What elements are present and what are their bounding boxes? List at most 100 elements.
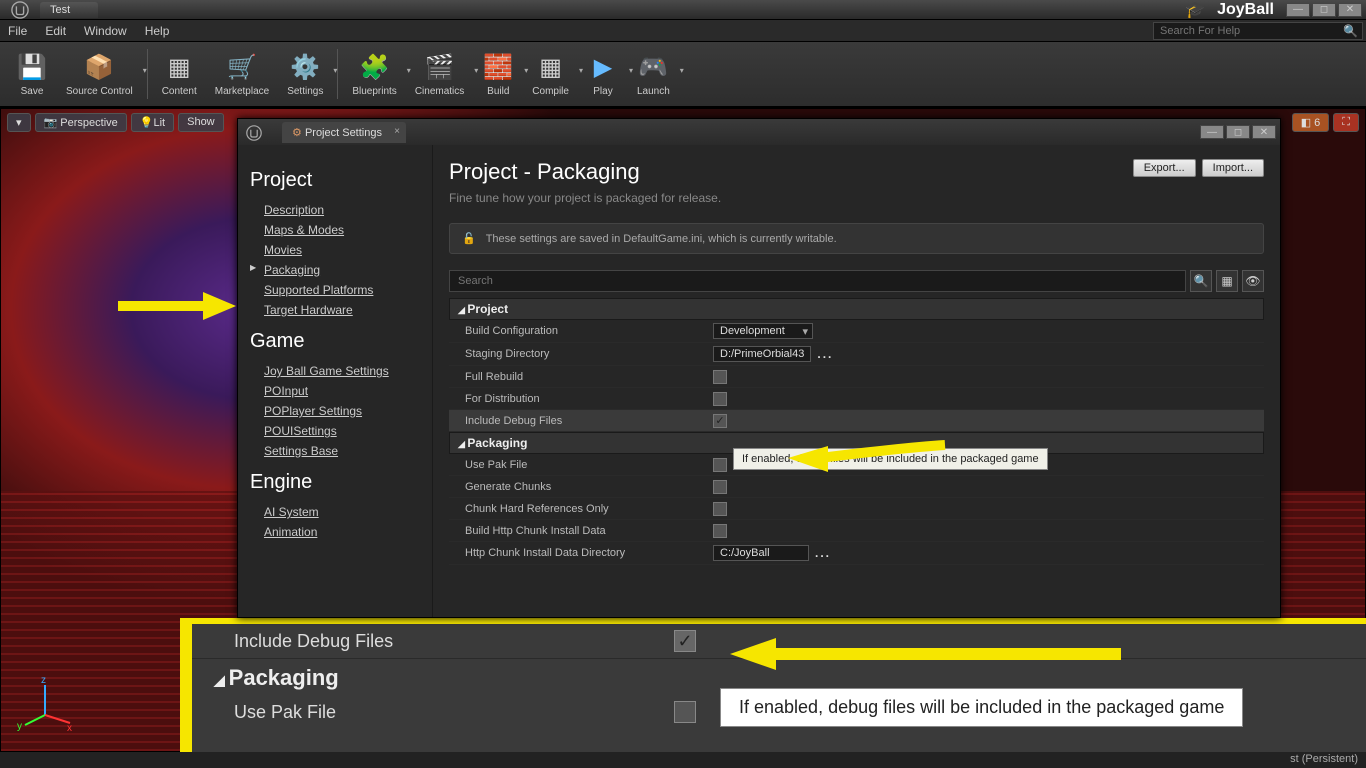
eye-button[interactable]: 👁: [1242, 270, 1264, 292]
sidebar-item-packaging[interactable]: Packaging: [250, 260, 420, 280]
dropdown-arrow-icon[interactable]: ▾: [143, 66, 147, 75]
section-project[interactable]: Project: [449, 298, 1264, 320]
svg-text:z: z: [41, 675, 46, 686]
marketplace-button[interactable]: 🛒Marketplace: [207, 48, 277, 101]
include-debug-tooltip: If enabled, debug files will be included…: [733, 448, 1048, 470]
sidebar-item-target-hardware[interactable]: Target Hardware: [250, 300, 420, 320]
grid-view-button[interactable]: ▦: [1216, 270, 1238, 292]
title-bar: Test 🎓 JoyBall — ◻ ✕: [0, 0, 1366, 20]
cinematics-button[interactable]: 🎬Cinematics▾: [407, 48, 472, 101]
dialog-titlebar[interactable]: ⚙ Project Settings × — ◻ ✕: [238, 119, 1280, 145]
menu-bar: File Edit Window Help 🔍: [0, 20, 1366, 42]
sidebar-item-poplayer[interactable]: POPlayer Settings: [250, 401, 420, 421]
minimize-button[interactable]: —: [1286, 3, 1310, 17]
search-icon[interactable]: 🔍: [1190, 270, 1212, 292]
sidebar-item-poinput[interactable]: POInput: [250, 381, 420, 401]
dialog-minimize-button[interactable]: —: [1200, 125, 1224, 139]
settings-sidebar: Project Description Maps & Modes Movies …: [238, 145, 433, 617]
ue-logo-icon: [246, 125, 262, 144]
viewport-menu-button[interactable]: ▾: [7, 113, 31, 132]
maximize-button[interactable]: ◻: [1312, 3, 1336, 17]
tab-close-button[interactable]: ×: [394, 126, 400, 137]
chunk-hard-checkbox[interactable]: [713, 502, 727, 516]
zoom-use-pak-checkbox: [674, 701, 696, 723]
lit-button[interactable]: 💡Lit: [131, 113, 174, 132]
search-icon[interactable]: 🔍: [1343, 24, 1358, 38]
blueprints-button[interactable]: 🧩Blueprints▾: [344, 48, 404, 101]
prop-build-http-chunk: Build Http Chunk Install Data: [449, 520, 1264, 542]
save-button[interactable]: 💾Save: [8, 48, 56, 101]
include-debug-checkbox[interactable]: ✓: [713, 414, 727, 428]
sidebar-item-maps-modes[interactable]: Maps & Modes: [250, 220, 420, 240]
menu-help[interactable]: Help: [145, 24, 170, 38]
dialog-tab[interactable]: ⚙ Project Settings ×: [282, 122, 406, 143]
status-bar: st (Persistent): [0, 752, 1366, 768]
build-http-checkbox[interactable]: [713, 524, 727, 538]
source-control-icon: 📦: [83, 52, 115, 84]
import-button[interactable]: Import...: [1202, 159, 1264, 177]
viewport-toolbar: ▾ 📷 Perspective 💡Lit Show: [7, 113, 224, 132]
export-button[interactable]: Export...: [1133, 159, 1196, 177]
sidebar-item-animation[interactable]: Animation: [250, 522, 420, 542]
svg-text:x: x: [67, 723, 72, 734]
settings-search-input[interactable]: [449, 270, 1186, 292]
camera-icon: 📷: [44, 117, 58, 129]
menu-edit[interactable]: Edit: [45, 24, 66, 38]
prop-build-config: Build Configuration Development: [449, 320, 1264, 343]
zoom-include-debug-label: Include Debug Files: [234, 631, 674, 652]
academic-hat-icon[interactable]: 🎓: [1185, 0, 1205, 20]
launch-button[interactable]: 🎮Launch▾: [629, 48, 678, 101]
viewport-maximize-button[interactable]: ⛶: [1333, 113, 1359, 132]
compile-button[interactable]: ▦Compile▾: [524, 48, 577, 101]
play-button[interactable]: ▶Play▾: [579, 48, 627, 101]
window-controls: — ◻ ✕: [1286, 3, 1362, 17]
sidebar-section-engine: Engine: [250, 471, 420, 494]
toolbar-separator: [337, 49, 338, 99]
main-toolbar: 💾Save 📦Source Control▾ ▦Content 🛒Marketp…: [0, 42, 1366, 108]
generate-chunks-checkbox[interactable]: [713, 480, 727, 494]
prop-for-distribution: For Distribution: [449, 388, 1264, 410]
clapboard-icon: 🎬: [424, 52, 456, 84]
axis-gizmo-icon: z y x: [15, 675, 75, 735]
sidebar-item-movies[interactable]: Movies: [250, 240, 420, 260]
content-subtitle: Fine tune how your project is packaged f…: [449, 191, 1264, 205]
content-button[interactable]: ▦Content: [154, 48, 205, 101]
dialog-close-button[interactable]: ✕: [1252, 125, 1276, 139]
menu-file[interactable]: File: [8, 24, 27, 38]
main-tab[interactable]: Test: [40, 2, 98, 18]
zoom-tooltip: If enabled, debug files will be included…: [720, 688, 1243, 727]
sidebar-item-settings-base[interactable]: Settings Base: [250, 441, 420, 461]
launch-icon: 🎮: [637, 52, 669, 84]
dropdown-arrow-icon[interactable]: ▾: [333, 66, 337, 75]
sidebar-item-joyball-settings[interactable]: Joy Ball Game Settings: [250, 361, 420, 381]
search-help-input[interactable]: [1153, 22, 1363, 40]
dialog-maximize-button[interactable]: ◻: [1226, 125, 1250, 139]
browse-button[interactable]: ...: [817, 347, 833, 361]
sidebar-item-pouisettings[interactable]: POUISettings: [250, 421, 420, 441]
staging-dir-field[interactable]: D:/PrimeOrbial43: [713, 346, 811, 362]
settings-button[interactable]: ⚙️Settings▾: [279, 48, 331, 101]
toolbar-separator: [147, 49, 148, 99]
prop-chunk-hard-refs: Chunk Hard References Only: [449, 498, 1264, 520]
sidebar-item-ai-system[interactable]: AI System: [250, 502, 420, 522]
perspective-button[interactable]: 📷 Perspective: [35, 113, 127, 132]
sidebar-item-description[interactable]: Description: [250, 200, 420, 220]
http-dir-field[interactable]: C:/JoyBall: [713, 545, 809, 561]
dropdown-arrow-icon[interactable]: ▾: [680, 66, 684, 75]
viewport-badge[interactable]: ◧ 6: [1292, 113, 1330, 132]
build-button[interactable]: 🧱Build▾: [474, 48, 522, 101]
prop-staging-dir: Staging Directory D:/PrimeOrbial43...: [449, 343, 1264, 366]
menu-window[interactable]: Window: [84, 24, 127, 38]
close-button[interactable]: ✕: [1338, 3, 1362, 17]
build-config-dropdown[interactable]: Development: [713, 323, 813, 339]
sidebar-item-supported-platforms[interactable]: Supported Platforms: [250, 280, 420, 300]
for-distribution-checkbox[interactable]: [713, 392, 727, 406]
source-control-button[interactable]: 📦Source Control▾: [58, 48, 141, 101]
project-name: JoyBall: [1211, 1, 1280, 19]
use-pak-checkbox[interactable]: [713, 458, 727, 472]
show-button[interactable]: Show: [178, 113, 224, 132]
full-rebuild-checkbox[interactable]: [713, 370, 727, 384]
browse-button[interactable]: ...: [815, 546, 831, 560]
prop-generate-chunks: Generate Chunks: [449, 476, 1264, 498]
play-icon: ▶: [587, 52, 619, 84]
